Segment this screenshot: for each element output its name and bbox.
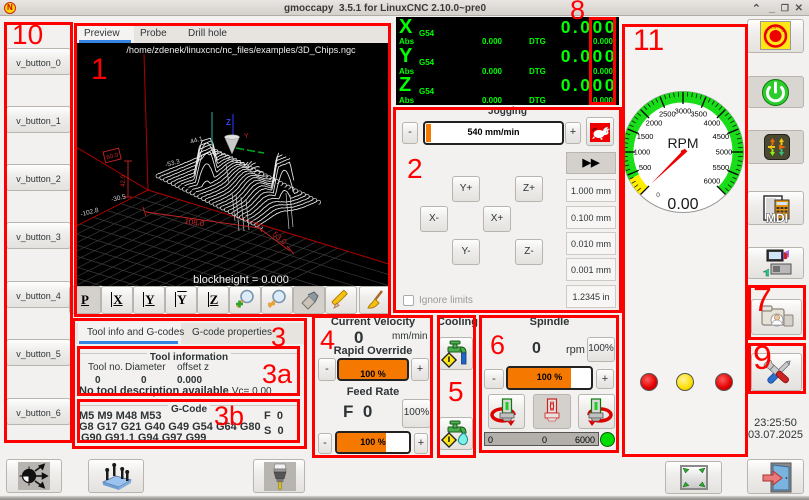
svg-text:MDI: MDI (766, 211, 788, 224)
